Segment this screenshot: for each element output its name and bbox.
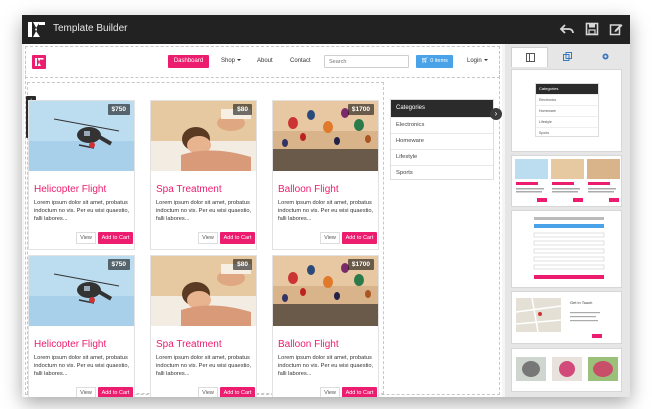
product-card: $1700 Balloon Flight Lorem ipsum dolor s… xyxy=(272,255,379,397)
edit-icon[interactable] xyxy=(608,21,624,37)
builder-logo-icon xyxy=(27,20,46,39)
nav-about-link[interactable]: About xyxy=(257,55,273,68)
product-description: Lorem ipsum dolor sit amet, probatus ind… xyxy=(34,200,130,222)
product-title[interactable]: Spa Treatment xyxy=(156,339,222,350)
thumb-categories-heading: Categories xyxy=(536,84,598,94)
chevron-down-icon xyxy=(483,59,488,62)
add-to-cart-button[interactable]: Add to Cart xyxy=(98,232,133,244)
template-thumb-form[interactable] xyxy=(511,210,622,288)
page-canvas[interactable]: Dashboard Shop About Contact 🛒︎ 0 items … xyxy=(24,44,502,397)
product-card: $80 Spa Treatment Lorem ipsum dolor sit … xyxy=(150,255,257,397)
thumb-map-preview xyxy=(515,297,602,338)
product-card: $80 Spa Treatment Lorem ipsum dolor sit … xyxy=(150,100,257,250)
login-label: Login xyxy=(467,58,482,64)
thumb-contact-heading: Get in Touch xyxy=(570,300,593,305)
thumb-category-item: Lifestyle xyxy=(536,116,598,127)
layout-icon xyxy=(526,53,535,62)
categories-list: Categories Electronics Homeware Lifestyl… xyxy=(390,99,494,180)
price-badge: $1700 xyxy=(347,259,374,270)
view-button[interactable]: View xyxy=(320,387,340,397)
nav-shop-label: Shop xyxy=(221,58,236,64)
template-thumb-contact[interactable]: Get in Touch xyxy=(511,291,622,344)
add-to-cart-button[interactable]: Add to Cart xyxy=(220,387,255,397)
thumb-gallery-preview xyxy=(516,357,618,381)
tab-settings[interactable] xyxy=(587,47,624,67)
chevron-right-icon: › xyxy=(494,109,498,118)
product-description: Lorem ipsum dolor sit amet, probatus ind… xyxy=(156,355,252,377)
template-builder-window: Template Builder Dashboard Shop About Co… xyxy=(22,15,630,397)
collapse-panel-button[interactable]: › xyxy=(490,108,502,120)
thumb-category-item: Electronics xyxy=(536,94,598,105)
nav-contact-link[interactable]: Contact xyxy=(290,55,311,68)
category-item-electronics[interactable]: Electronics xyxy=(391,117,493,133)
view-button[interactable]: View xyxy=(198,387,218,397)
undo-icon[interactable] xyxy=(559,21,575,37)
add-to-cart-button[interactable]: Add to Cart xyxy=(342,232,377,244)
view-button[interactable]: View xyxy=(76,232,96,244)
nav-shop-dropdown[interactable]: Shop xyxy=(221,55,242,68)
copy-icon xyxy=(563,52,572,61)
product-title[interactable]: Balloon Flight xyxy=(278,339,339,350)
brand-logo-icon[interactable] xyxy=(32,55,46,69)
login-dropdown[interactable]: Login xyxy=(467,55,488,68)
product-description: Lorem ipsum dolor sit amet, probatus ind… xyxy=(278,355,374,377)
price-badge: $750 xyxy=(107,259,130,270)
templates-panel: Categories Electronics Homeware Lifestyl… xyxy=(505,44,630,397)
cart-button[interactable]: 🛒︎ 0 items xyxy=(416,55,453,68)
app-title: Template Builder xyxy=(53,23,128,34)
tab-copy[interactable] xyxy=(549,47,586,67)
chevron-down-icon xyxy=(237,59,242,62)
cart-icon: 🛒︎ xyxy=(421,58,429,64)
product-description: Lorem ipsum dolor sit amet, probatus ind… xyxy=(156,200,252,222)
search-input[interactable] xyxy=(324,55,409,68)
view-button[interactable]: View xyxy=(320,232,340,244)
thumb-products-preview xyxy=(515,159,620,202)
price-badge: $80 xyxy=(233,259,252,270)
price-badge: $80 xyxy=(233,104,252,115)
save-icon[interactable] xyxy=(584,21,600,37)
thumb-form-preview xyxy=(533,217,605,279)
settings-icon xyxy=(602,53,609,60)
template-thumb-categories[interactable]: Categories Electronics Homeware Lifestyl… xyxy=(511,69,622,152)
category-item-homeware[interactable]: Homeware xyxy=(391,133,493,149)
product-card: $750 Helicopter Flight Lorem ipsum dolor… xyxy=(28,100,135,250)
product-title[interactable]: Helicopter Flight xyxy=(34,339,106,350)
product-title[interactable]: Helicopter Flight xyxy=(34,184,106,195)
title-bar: Template Builder xyxy=(22,15,630,44)
price-badge: $1700 xyxy=(347,104,374,115)
product-card: $1700 Balloon Flight Lorem ipsum dolor s… xyxy=(272,100,379,250)
product-title[interactable]: Balloon Flight xyxy=(278,184,339,195)
nav-dashboard-button[interactable]: Dashboard xyxy=(168,55,209,68)
category-item-sports[interactable]: Sports xyxy=(391,165,493,181)
template-thumb-products[interactable] xyxy=(511,155,622,207)
tab-layout[interactable] xyxy=(511,47,548,67)
category-item-lifestyle[interactable]: Lifestyle xyxy=(391,149,493,165)
thumb-category-item: Homeware xyxy=(536,105,598,116)
thumb-categories-list: Categories Electronics Homeware Lifestyl… xyxy=(535,83,599,137)
product-description: Lorem ipsum dolor sit amet, probatus ind… xyxy=(34,355,130,377)
view-button[interactable]: View xyxy=(198,232,218,244)
product-card: $750 Helicopter Flight Lorem ipsum dolor… xyxy=(28,255,135,397)
categories-heading: Categories xyxy=(391,100,493,117)
product-title[interactable]: Spa Treatment xyxy=(156,184,222,195)
price-badge: $750 xyxy=(107,104,130,115)
template-thumb-gallery[interactable] xyxy=(511,348,622,392)
add-to-cart-button[interactable]: Add to Cart xyxy=(98,387,133,397)
view-button[interactable]: View xyxy=(76,387,96,397)
product-description: Lorem ipsum dolor sit amet, probatus ind… xyxy=(278,200,374,222)
add-to-cart-button[interactable]: Add to Cart xyxy=(220,232,255,244)
add-to-cart-button[interactable]: Add to Cart xyxy=(342,387,377,397)
cart-label: 0 items xyxy=(430,58,448,64)
thumb-category-item: Sports xyxy=(536,127,598,138)
